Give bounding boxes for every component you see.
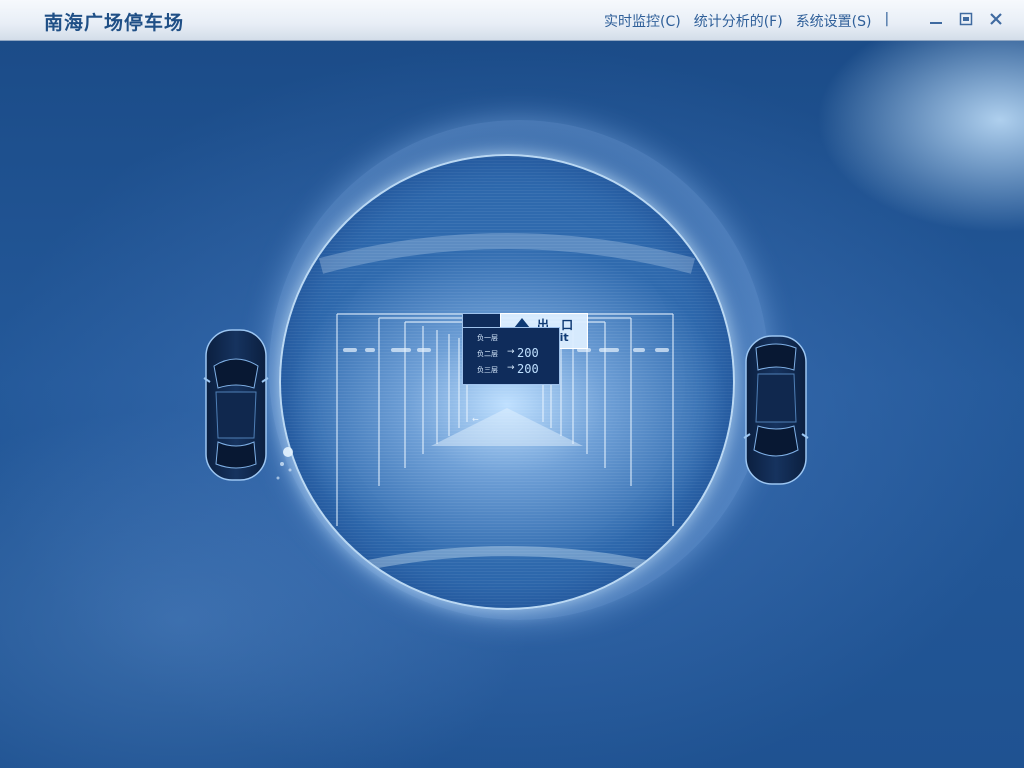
main-stage: 出 口 Exit 负一层 负二层 → 200 负三层 → 200 ←: [0, 40, 1024, 768]
level-name: 负三层: [477, 366, 498, 374]
car-top-view-icon: [203, 329, 269, 481]
minimize-icon[interactable]: [926, 9, 946, 29]
menu-separator: |: [884, 11, 890, 27]
level-row: 负一层: [467, 330, 555, 344]
level-count: 200: [517, 362, 539, 376]
level-count: 200: [517, 346, 539, 360]
level-row: 负三层 → 200: [467, 362, 555, 376]
maximize-icon[interactable]: [956, 9, 976, 29]
car-top-view-icon: [743, 335, 809, 485]
title-bar: 南海广场停车场 实时监控(C) 统计分析的(F) 系统设置(S) |: [0, 0, 1024, 41]
level-name: 负一层: [477, 334, 498, 342]
level-row: 负二层 → 200: [467, 346, 555, 360]
level-name: 负二层: [477, 350, 498, 358]
menu-item-statistics[interactable]: 统计分析的(F): [694, 11, 783, 31]
menu-item-realtime-monitor[interactable]: 实时监控(C): [604, 11, 681, 31]
close-icon[interactable]: [986, 9, 1006, 29]
arrow-left-icon: ←: [472, 415, 479, 424]
arrow-right-icon: →: [507, 363, 515, 373]
level-panel: 负一层 负二层 → 200 负三层 → 200: [462, 327, 560, 385]
arrow-right-icon: →: [507, 347, 515, 357]
app-title: 南海广场停车场: [44, 12, 185, 34]
sparkle-icon: [276, 447, 293, 480]
menu-item-settings[interactable]: 系统设置(S): [796, 11, 872, 31]
window-controls: [926, 9, 1006, 29]
main-menu: 实时监控(C) 统计分析的(F) 系统设置(S) |: [604, 11, 889, 31]
